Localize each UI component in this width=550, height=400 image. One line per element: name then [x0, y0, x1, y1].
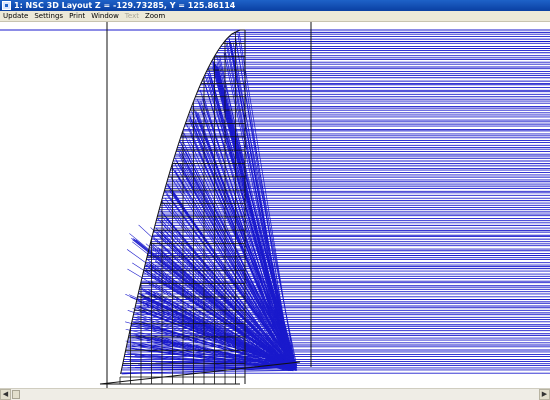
lens-surface: [125, 345, 128, 351]
lens-surface: [199, 81, 203, 87]
app-icon[interactable]: [2, 1, 11, 10]
lens-surface: [188, 109, 191, 115]
scroll-right-icon[interactable]: ▶: [539, 389, 550, 400]
menu-print[interactable]: Print: [66, 11, 88, 21]
layout-canvas: [0, 22, 550, 392]
lens-surface: [164, 185, 167, 191]
menu-settings[interactable]: Settings: [31, 11, 66, 21]
lens-surface: [184, 121, 187, 127]
layout-plot-area[interactable]: [0, 22, 550, 392]
lens-surface: [165, 181, 168, 187]
lens-surface: [143, 265, 146, 271]
menu-text: Text: [124, 12, 139, 20]
ray-bundle: [0, 29, 550, 375]
menu-zoom[interactable]: Zoom: [142, 11, 168, 21]
horizontal-scrollbar[interactable]: ◀ ▶: [0, 388, 550, 400]
lens-surface: [194, 93, 197, 99]
lens-surface: [142, 269, 145, 275]
lens-surface: [124, 349, 127, 355]
title-bar[interactable]: 1: NSC 3D Layout Z = -129.73285, Y = 125…: [0, 0, 550, 11]
menu-update[interactable]: Update: [0, 11, 31, 21]
lens-surface: [134, 301, 137, 307]
lens-surface: [155, 217, 158, 223]
lens-surface: [197, 85, 201, 91]
scroll-left-icon[interactable]: ◀: [0, 389, 11, 400]
lens-surface: [168, 169, 171, 175]
lens-surface: [141, 273, 144, 279]
lens-surface: [152, 229, 155, 235]
lens-surface: [136, 293, 139, 299]
lens-surface: [162, 189, 166, 195]
lens-surface: [127, 333, 130, 339]
lens-surface: [217, 45, 222, 51]
lens-surface: [169, 165, 173, 171]
lens-surface: [131, 317, 134, 323]
lens-surface: [189, 105, 193, 111]
lens-surface: [156, 213, 159, 219]
window-title: 1: NSC 3D Layout Z = -129.73285, Y = 125…: [14, 1, 236, 10]
lens-surface: [174, 149, 178, 155]
lens-surface: [157, 209, 160, 215]
lens-surface: [145, 257, 148, 263]
lens-surface: [215, 49, 219, 55]
lens-surface: [123, 353, 126, 359]
lens-surface: [161, 193, 164, 199]
menu-bar: Update Settings Print Window Text Zoom: [0, 11, 550, 22]
lens-surface: [133, 309, 135, 315]
scroll-thumb[interactable]: [12, 390, 20, 399]
lens-surface: [220, 41, 225, 47]
lens-surface: [173, 153, 176, 159]
menu-window[interactable]: Window: [88, 11, 122, 21]
lens-surface: [191, 101, 194, 107]
lens-surface: [153, 225, 156, 231]
lens-surface: [151, 233, 154, 239]
lens-surface: [227, 33, 233, 39]
lens-surface: [120, 365, 123, 371]
